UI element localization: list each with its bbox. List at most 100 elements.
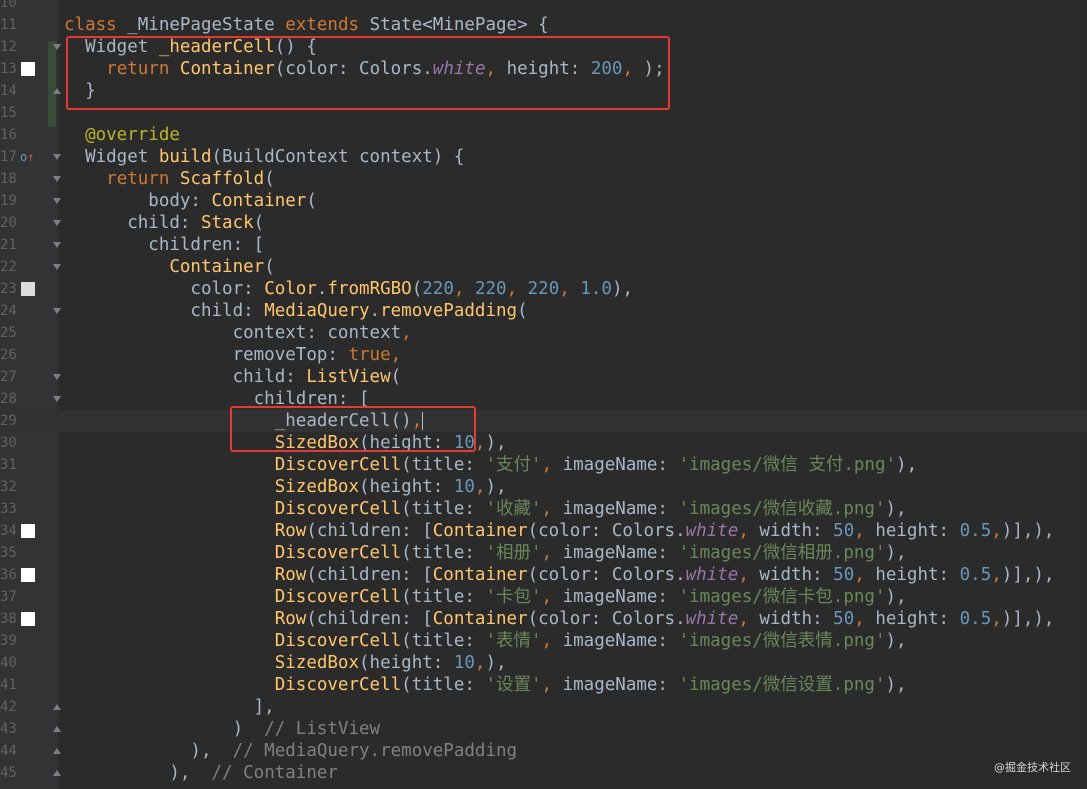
- code-line[interactable]: 27 child: ListView(: [0, 366, 1087, 388]
- code-text: child: ListView(: [64, 367, 402, 387]
- code-line[interactable]: 38 Row(children: [Container(color: Color…: [0, 608, 1087, 630]
- override-up-arrow-icon[interactable]: o↑: [20, 150, 34, 164]
- code-line[interactable]: 32 SizedBox(height: 10,),: [0, 476, 1087, 498]
- fold-toggle-icon[interactable]: [53, 220, 61, 226]
- code-text: SizedBox(height: 10,),: [274, 653, 507, 673]
- code-line[interactable]: 21 children: [: [0, 234, 1087, 256]
- code-text: Widget _headerCell() {: [64, 37, 317, 57]
- code-line[interactable]: 23 color: Color.fromRGBO(220, 220, 220, …: [0, 278, 1087, 300]
- line-number: 14: [0, 83, 17, 99]
- code-line[interactable]: 43 ) // ListView: [0, 718, 1087, 740]
- code-line[interactable]: 20 child: Stack(: [0, 212, 1087, 234]
- line-number: 20: [0, 215, 17, 231]
- code-text: children: [: [64, 235, 265, 255]
- fold-toggle-icon[interactable]: [53, 748, 61, 754]
- color-swatch-icon[interactable]: [21, 524, 35, 538]
- code-line[interactable]: 18 return Scaffold(: [0, 168, 1087, 190]
- code-line[interactable]: 40 SizedBox(height: 10,),: [0, 652, 1087, 674]
- fold-toggle-icon[interactable]: [53, 154, 61, 160]
- code-line[interactable]: 29 _headerCell(),: [0, 410, 1087, 432]
- code-line[interactable]: 28 children: [: [0, 388, 1087, 410]
- line-number: 36: [0, 567, 17, 583]
- fold-toggle-icon[interactable]: [53, 396, 61, 402]
- code-line[interactable]: 45 ), // Container: [0, 762, 1087, 784]
- code-line[interactable]: 14 }: [0, 80, 1087, 102]
- code-line[interactable]: 12 Widget _headerCell() {: [0, 36, 1087, 58]
- fold-toggle-icon[interactable]: [53, 308, 61, 314]
- code-line[interactable]: 19 body: Container(: [0, 190, 1087, 212]
- code-line[interactable]: 24 child: MediaQuery.removePadding(: [0, 300, 1087, 322]
- code-text: DiscoverCell(title: '收藏', imageName: 'im…: [274, 499, 907, 519]
- code-line[interactable]: 42 ],: [0, 696, 1087, 718]
- color-swatch-icon[interactable]: [21, 62, 35, 76]
- fold-toggle-icon[interactable]: [53, 264, 61, 270]
- code-text: Row(children: [Container(color: Colors.w…: [274, 565, 1055, 585]
- line-number: 37: [0, 589, 17, 605]
- code-line[interactable]: 13 return Container(color: Colors.white,…: [0, 58, 1087, 80]
- line-number: 23: [0, 281, 17, 297]
- code-text: body: Container(: [64, 191, 317, 211]
- line-number: 29: [0, 413, 17, 429]
- code-line[interactable]: 26 removeTop: true,: [0, 344, 1087, 366]
- fold-toggle-icon[interactable]: [53, 726, 61, 732]
- color-swatch-icon[interactable]: [21, 568, 35, 582]
- code-line[interactable]: 35 DiscoverCell(title: '相册', imageName: …: [0, 542, 1087, 564]
- code-line[interactable]: 25 context: context,: [0, 322, 1087, 344]
- line-number: 24: [0, 303, 17, 319]
- line-number: 18: [0, 171, 17, 187]
- line-number: 10: [0, 0, 17, 11]
- code-line[interactable]: 41 DiscoverCell(title: '设置', imageName: …: [0, 674, 1087, 696]
- code-line[interactable]: 16 @override: [0, 124, 1087, 146]
- fold-toggle-icon[interactable]: [53, 198, 61, 204]
- code-text: context: context,: [64, 323, 412, 343]
- code-line[interactable]: 10: [0, 0, 1087, 14]
- fold-toggle-icon[interactable]: [53, 704, 61, 710]
- code-text: removeTop: true,: [64, 345, 402, 365]
- line-number: 43: [0, 721, 17, 737]
- line-number: 38: [0, 611, 17, 627]
- code-text: return Container(color: Colors.white, he…: [106, 59, 676, 79]
- line-number: 16: [0, 127, 17, 143]
- code-text: Row(children: [Container(color: Colors.w…: [274, 521, 1055, 541]
- line-number: 45: [0, 765, 17, 781]
- line-number: 33: [0, 501, 17, 517]
- code-line[interactable]: 33 DiscoverCell(title: '收藏', imageName: …: [0, 498, 1087, 520]
- code-text: children: [: [64, 389, 370, 409]
- line-number: 41: [0, 677, 17, 693]
- code-line[interactable]: 34 Row(children: [Container(color: Color…: [0, 520, 1087, 542]
- code-line[interactable]: 36 Row(children: [Container(color: Color…: [0, 564, 1087, 586]
- code-line[interactable]: 31 DiscoverCell(title: '支付', imageName: …: [0, 454, 1087, 476]
- code-text: DiscoverCell(title: '相册', imageName: 'im…: [274, 543, 907, 563]
- fold-toggle-icon[interactable]: [53, 374, 61, 380]
- line-number: 12: [0, 39, 17, 55]
- fold-toggle-icon[interactable]: [53, 44, 61, 50]
- code-line[interactable]: 37 DiscoverCell(title: '卡包', imageName: …: [0, 586, 1087, 608]
- code-line[interactable]: 30 SizedBox(height: 10,),: [0, 432, 1087, 454]
- color-swatch-icon[interactable]: [21, 612, 35, 626]
- line-number: 42: [0, 699, 17, 715]
- code-text: return Scaffold(: [106, 169, 275, 189]
- line-number: 32: [0, 479, 17, 495]
- code-text: Widget build(BuildContext context) {: [64, 147, 465, 167]
- line-number: 26: [0, 347, 17, 363]
- code-text: DiscoverCell(title: '支付', imageName: 'im…: [274, 455, 918, 475]
- code-line[interactable]: 15: [0, 102, 1087, 124]
- code-text: DiscoverCell(title: '卡包', imageName: 'im…: [274, 587, 907, 607]
- code-line[interactable]: 22 Container(: [0, 256, 1087, 278]
- code-text: color: Color.fromRGBO(220, 220, 220, 1.0…: [64, 279, 634, 299]
- fold-toggle-icon[interactable]: [53, 176, 61, 182]
- text-caret: [422, 412, 424, 430]
- code-line[interactable]: 11 class _MinePageState extends State<Min…: [0, 14, 1087, 36]
- fold-toggle-icon[interactable]: [53, 88, 61, 94]
- line-number: 40: [0, 655, 17, 671]
- code-line[interactable]: 39 DiscoverCell(title: '表情', imageName: …: [0, 630, 1087, 652]
- line-number: 28: [0, 391, 17, 407]
- fold-toggle-icon[interactable]: [53, 770, 61, 776]
- code-line[interactable]: 44 ), // MediaQuery.removePadding: [0, 740, 1087, 762]
- code-line[interactable]: 17 o↑ Widget build(BuildContext context) …: [0, 146, 1087, 168]
- code-editor[interactable]: 10 11 class _MinePageState extends State<M…: [0, 0, 1087, 784]
- watermark: @掘金技术社区: [994, 761, 1071, 774]
- fold-toggle-icon[interactable]: [53, 242, 61, 248]
- code-text: ],: [64, 697, 275, 717]
- color-swatch-icon[interactable]: [21, 282, 35, 296]
